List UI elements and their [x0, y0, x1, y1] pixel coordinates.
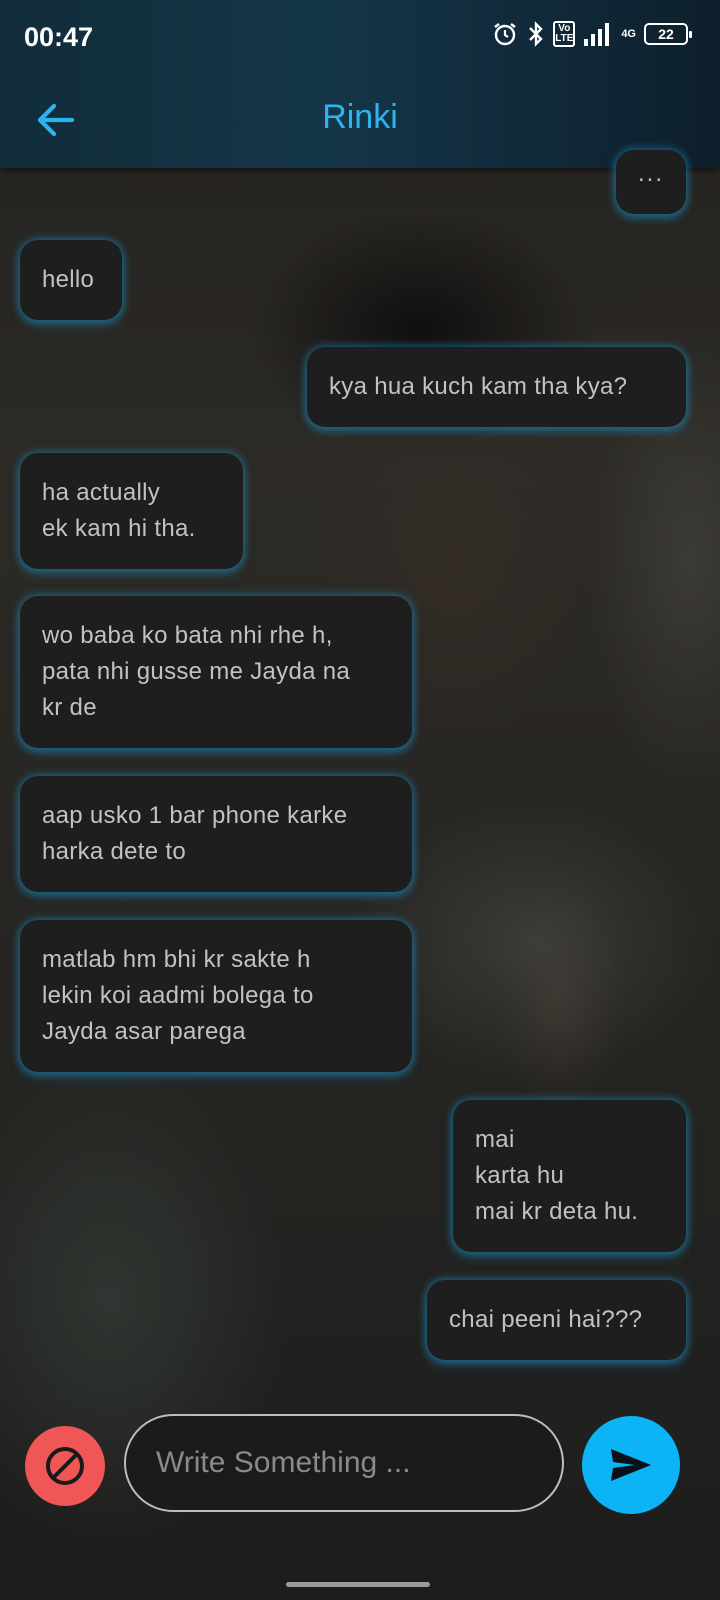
message-text: ha actually ek kam hi tha. [42, 479, 196, 542]
message-text: hello [42, 266, 95, 293]
system-navigation-bar [0, 1538, 720, 1600]
volte-icon: Vo LTE [553, 21, 576, 47]
network-type: 4G [621, 27, 636, 40]
block-button[interactable] [25, 1426, 105, 1506]
message-text: chai peeni hai??? [449, 1306, 643, 1333]
app-header: 00:47 Vo LTE 4G 22 Rinki [0, 0, 720, 168]
message-bubble-received[interactable]: wo baba ko bata nhi rhe h, pata nhi guss… [20, 596, 412, 748]
chat-title: Rinki [322, 98, 398, 136]
message-bubble-received[interactable]: hello [20, 240, 122, 320]
message-bubble-sent[interactable]: mai karta hu mai kr deta hu. [453, 1100, 686, 1252]
bluetooth-icon [527, 20, 545, 48]
message-bubble-received[interactable]: aap usko 1 bar phone karke harka dete to [20, 776, 412, 892]
status-time: 00:47 [24, 22, 94, 52]
message-bubble-sent[interactable]: chai peeni hai??? [427, 1280, 686, 1360]
message-text: mai karta hu mai kr deta hu. [475, 1126, 639, 1225]
home-gesture-pill[interactable] [286, 1582, 430, 1587]
message-text: ... [637, 160, 664, 187]
battery-icon: 22 [644, 23, 692, 45]
alarm-icon [491, 20, 519, 48]
battery-level: 22 [658, 26, 674, 42]
message-bubble-received[interactable]: ha actually ek kam hi tha. [20, 453, 243, 569]
block-icon [46, 1447, 84, 1485]
send-icon [611, 1449, 651, 1481]
signal-icon [583, 21, 613, 47]
status-icons: Vo LTE 4G 22 [491, 20, 692, 48]
message-text: wo baba ko bata nhi rhe h, pata nhi guss… [42, 622, 350, 721]
message-text: aap usko 1 bar phone karke harka dete to [42, 802, 348, 865]
message-text: kya hua kuch kam tha kya? [329, 373, 628, 400]
message-text: matlab hm bhi kr sakte h lekin koi aadmi… [42, 946, 314, 1045]
message-bubble-sent[interactable]: kya hua kuch kam tha kya? [307, 347, 686, 427]
send-button[interactable] [582, 1416, 680, 1514]
message-bubble-received[interactable]: matlab hm bhi kr sakte h lekin koi aadmi… [20, 920, 412, 1072]
message-input[interactable] [124, 1414, 564, 1512]
network-type-icon: 4G [621, 27, 636, 40]
message-bubble-sent[interactable]: ... [616, 150, 686, 214]
